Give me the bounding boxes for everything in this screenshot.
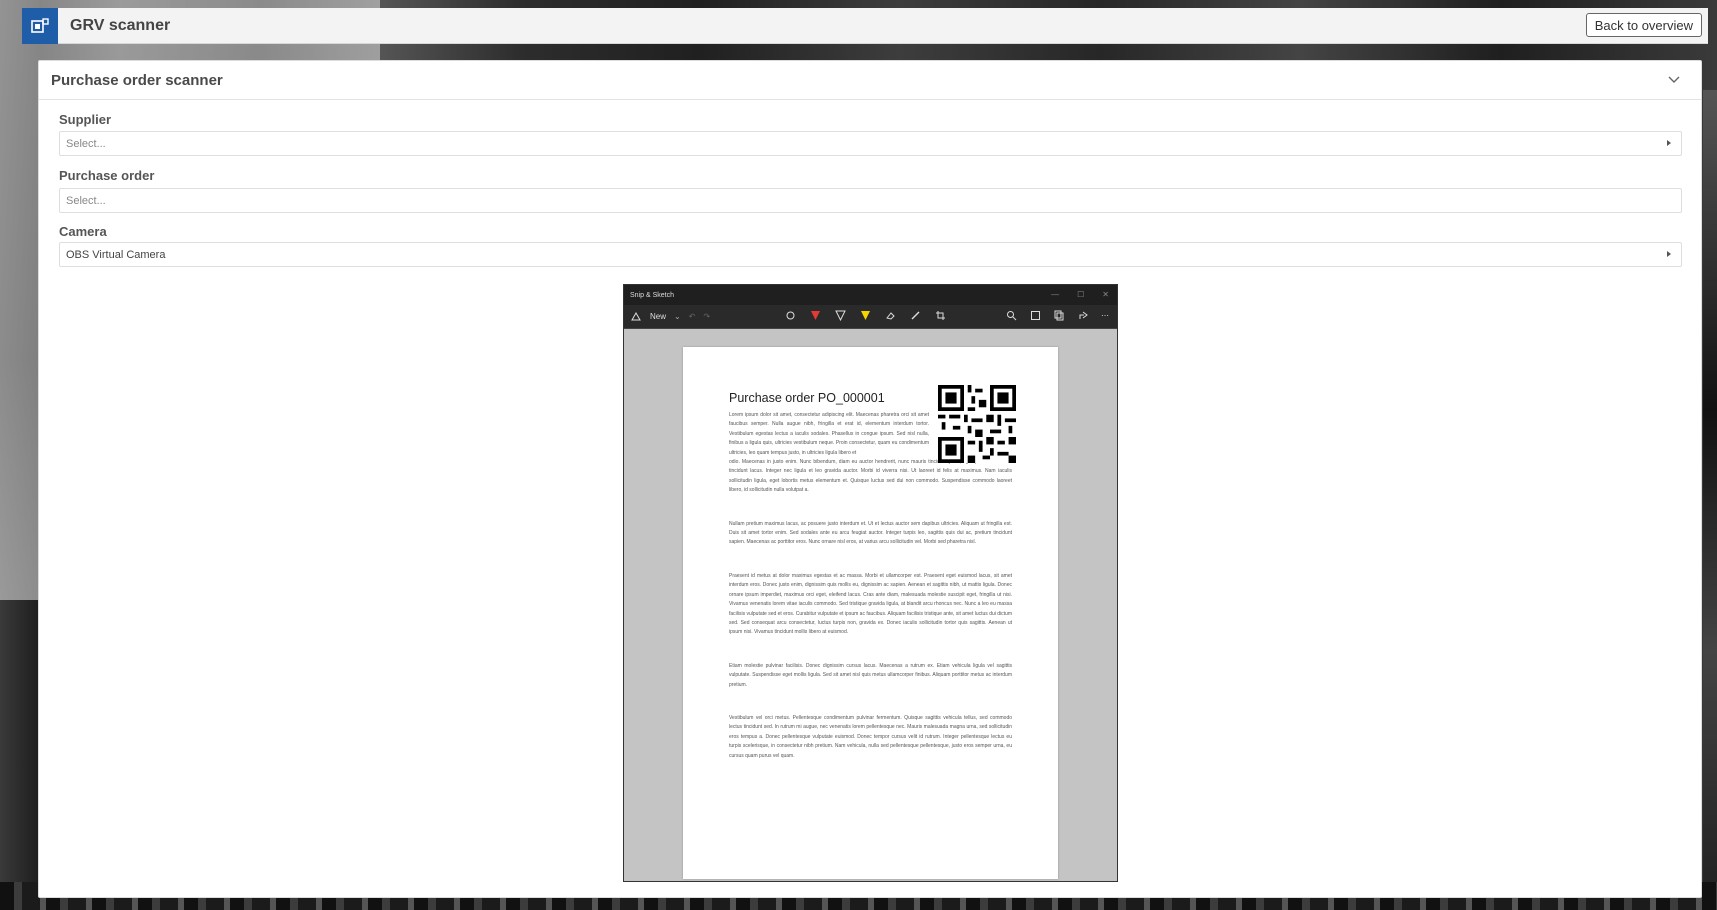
purchase-order-label: Purchase order: [59, 168, 155, 183]
save-icon: [1029, 309, 1041, 321]
camera-label: Camera: [59, 224, 107, 239]
undo-icon: ↶: [688, 312, 696, 321]
maximize-icon: ☐: [1077, 290, 1085, 299]
scanner-app-icon: [22, 7, 58, 44]
document-paragraph: Nullam pretium maximus lacus, ac posuere…: [729, 520, 1012, 546]
ruler-icon: [909, 309, 921, 321]
snip-new-label: New: [650, 312, 667, 321]
copy-icon: [1053, 309, 1065, 321]
supplier-label: Supplier: [59, 112, 112, 127]
share-icon: [1077, 309, 1089, 321]
eraser-icon: [884, 309, 896, 321]
qr-code-icon: [938, 385, 1016, 463]
purchase-order-placeholder: Select...: [66, 194, 106, 207]
minimize-icon: —: [1051, 290, 1060, 299]
snip-window-title: Snip & Sketch: [630, 291, 674, 299]
app-title: GRV scanner: [70, 16, 171, 34]
close-icon: ✕: [1102, 290, 1109, 299]
touch-writing-icon: [784, 309, 796, 321]
caret-right-icon: [1667, 140, 1671, 146]
panel-title: Purchase order scanner: [51, 71, 223, 89]
redo-icon: ↷: [703, 312, 711, 321]
zoom-icon: [1005, 309, 1017, 321]
document-paragraph: Vestibulum vel orci metus. Pellentesque …: [729, 714, 1012, 759]
camera-preview: Snip & Sketch — ☐ ✕ New ⌄ ↶ ↷ ⋯ Purchase…: [623, 284, 1118, 882]
collapse-button[interactable]: [1665, 71, 1683, 89]
pencil-icon: [834, 309, 846, 321]
purchase-order-scanner-panel: Purchase order scanner Supplier Select..…: [38, 60, 1702, 898]
purchase-order-select[interactable]: Select...: [59, 188, 1682, 213]
caret-right-icon: [1667, 251, 1671, 257]
snip-new-icon: [630, 311, 642, 323]
panel-header[interactable]: Purchase order scanner: [39, 61, 1701, 100]
document-paragraph: Etiam molestie pulvinar facilisis. Donec…: [729, 662, 1012, 688]
document-paragraph: odio. Maecenas in justo enim. Nunc biben…: [729, 459, 1012, 494]
snip-window-titlebar: Snip & Sketch — ☐ ✕: [624, 285, 1117, 305]
purchase-order-document: Purchase order PO_000001 Lorem ipsum dol…: [683, 347, 1058, 879]
chevron-down-icon: ⌄: [674, 312, 681, 321]
window-controls: — ☐ ✕: [1051, 290, 1109, 299]
supplier-placeholder: Select...: [66, 137, 106, 150]
camera-value: OBS Virtual Camera: [66, 248, 166, 261]
highlighter-icon: [859, 309, 871, 321]
background-edge: [1703, 90, 1717, 890]
app-header: GRV scanner Back to overview: [22, 7, 1708, 44]
camera-select[interactable]: OBS Virtual Camera: [59, 242, 1682, 267]
supplier-select[interactable]: Select...: [59, 131, 1682, 156]
more-icon: ⋯: [1101, 310, 1109, 320]
document-paragraph: Lorem ipsum dolor sit amet, consectetur …: [729, 412, 929, 456]
crop-icon: [934, 309, 946, 321]
back-to-overview-button[interactable]: Back to overview: [1585, 13, 1702, 37]
document-paragraph: Praesent id metus at dolor maximus egest…: [729, 572, 1012, 636]
chevron-down-icon: [1668, 71, 1680, 89]
red-pen-icon: [809, 309, 821, 321]
snip-toolbar: New ⌄ ↶ ↷ ⋯: [624, 305, 1117, 329]
